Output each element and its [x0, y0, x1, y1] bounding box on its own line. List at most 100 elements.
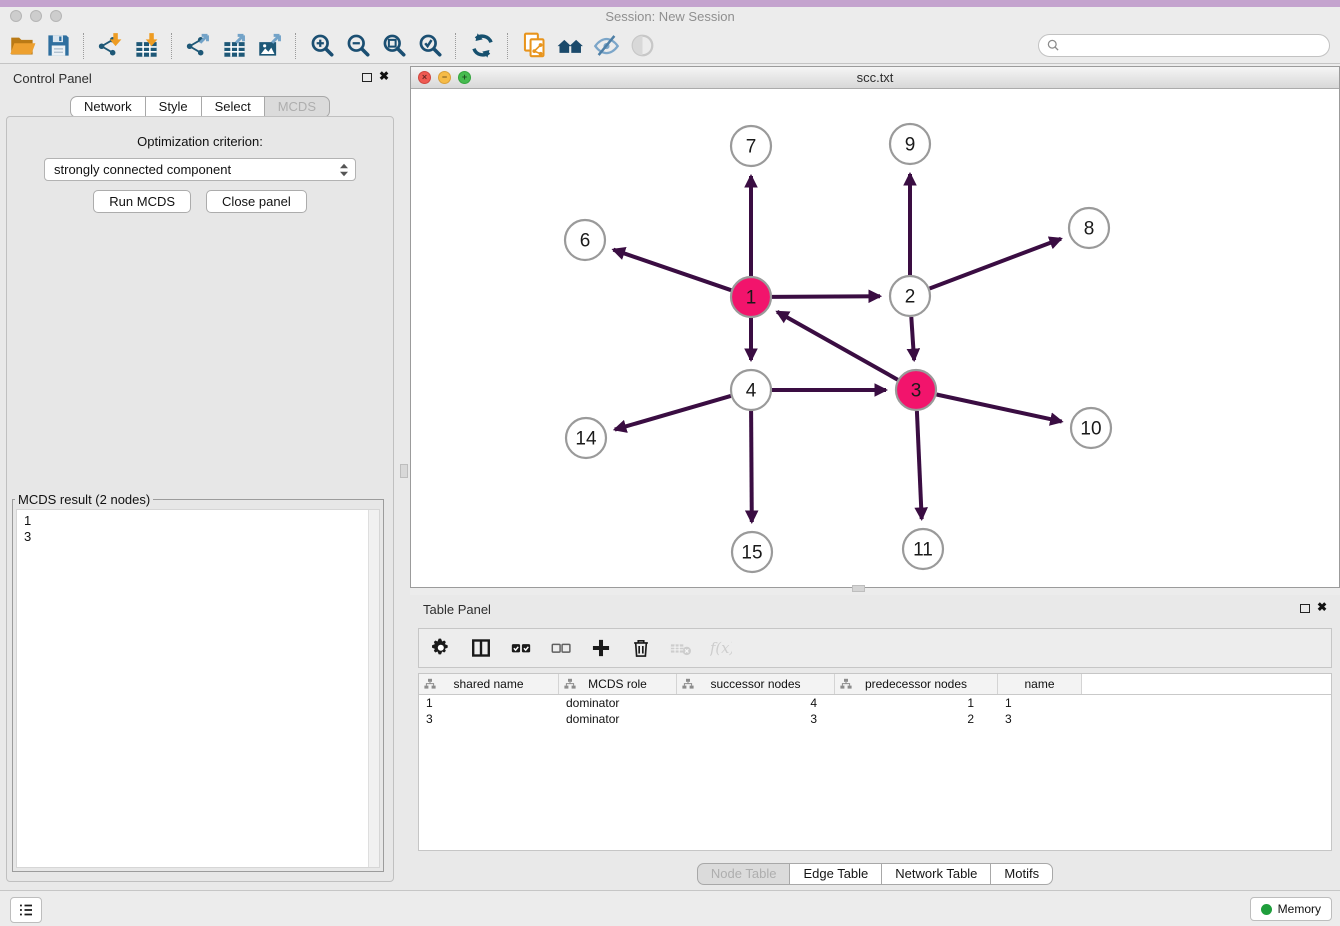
toolbar-separator	[507, 33, 509, 59]
open-folder-icon[interactable]	[4, 31, 40, 61]
horizontal-splitter-handle[interactable]	[852, 585, 865, 592]
graph-node-4[interactable]: 4	[731, 370, 771, 410]
zoom-out-icon[interactable]	[340, 31, 376, 61]
graph-edge-2-3[interactable]	[911, 317, 914, 360]
gear-icon[interactable]	[429, 636, 453, 660]
mcds-result-area[interactable]: 1 3	[16, 509, 380, 868]
graph-node-11[interactable]: 11	[903, 529, 943, 569]
export-network-icon[interactable]	[180, 31, 216, 61]
graph-node-8[interactable]: 8	[1069, 208, 1109, 248]
search-field[interactable]	[1038, 34, 1330, 57]
optimization-criterion-select[interactable]: strongly connected component	[44, 158, 356, 181]
copy-view-icon[interactable]	[516, 31, 552, 61]
memory-button[interactable]: Memory	[1250, 897, 1332, 921]
tab-select[interactable]: Select	[201, 96, 265, 118]
column-type-icon	[424, 678, 436, 690]
float-panel-icon[interactable]	[362, 73, 372, 82]
graph-node-1[interactable]: 1	[731, 277, 771, 317]
select-stepper-icon	[337, 162, 351, 178]
optimization-criterion-label: Optimization criterion:	[0, 134, 400, 149]
mcds-buttons: Run MCDS Close panel	[0, 190, 400, 213]
toolbar-separator	[83, 33, 85, 59]
tab-style[interactable]: Style	[145, 96, 202, 118]
column-header-shared-name[interactable]: shared name	[419, 674, 559, 694]
import-table-icon[interactable]	[128, 31, 164, 61]
svg-text:9: 9	[905, 135, 916, 156]
graph-edge-4-14[interactable]	[615, 396, 731, 430]
toolbar-separator	[455, 33, 457, 59]
tab-edge-table[interactable]: Edge Table	[789, 863, 882, 885]
column-header-successor-nodes[interactable]: successor nodes	[677, 674, 835, 694]
tab-node-table[interactable]: Node Table	[697, 863, 791, 885]
import-network-icon[interactable]	[92, 31, 128, 61]
delete-table-icon[interactable]	[669, 636, 693, 660]
hide-graphics-icon[interactable]	[588, 31, 624, 61]
node-table: shared nameMCDS rolesuccessor nodesprede…	[418, 673, 1332, 851]
column-type-icon	[564, 678, 576, 690]
select-all-icon[interactable]	[509, 636, 533, 660]
graph-node-6[interactable]: 6	[565, 220, 605, 260]
svg-text:f(x): f(x)	[710, 640, 732, 657]
graph-node-15[interactable]: 15	[732, 532, 772, 572]
graph-edge-1-2[interactable]	[772, 296, 880, 297]
window-title: Session: New Session	[0, 9, 1340, 24]
save-icon[interactable]	[40, 31, 76, 61]
home-icon[interactable]	[552, 31, 588, 61]
graph-node-14[interactable]: 14	[566, 418, 606, 458]
svg-text:11: 11	[913, 540, 933, 561]
split-columns-icon[interactable]	[469, 636, 493, 660]
list-icon	[17, 901, 35, 919]
graph-node-10[interactable]: 10	[1071, 408, 1111, 448]
table-header-row: shared nameMCDS rolesuccessor nodesprede…	[419, 674, 1331, 695]
search-input[interactable]	[1061, 37, 1329, 54]
result-scrollbar[interactable]	[368, 510, 379, 867]
graph-edge-4-15[interactable]	[751, 411, 752, 522]
column-header-predecessor-nodes[interactable]: predecessor nodes	[835, 674, 998, 694]
export-table-icon[interactable]	[216, 31, 252, 61]
tab-network-table[interactable]: Network Table	[881, 863, 991, 885]
graph-edge-3-10[interactable]	[937, 395, 1062, 422]
delete-column-icon[interactable]	[629, 636, 653, 660]
zoom-selected-icon[interactable]	[412, 31, 448, 61]
table-body: 1dominator4113dominator323	[419, 695, 1331, 727]
graph-edge-3-1[interactable]	[777, 312, 898, 380]
table-row[interactable]: 1dominator411	[419, 695, 1331, 711]
graph-node-7[interactable]: 7	[731, 126, 771, 166]
svg-text:14: 14	[575, 429, 597, 450]
graph-node-2[interactable]: 2	[890, 276, 930, 316]
graph-node-3[interactable]: 3	[896, 370, 936, 410]
graph-node-9[interactable]: 9	[890, 124, 930, 164]
tab-mcds[interactable]: MCDS	[264, 96, 330, 118]
control-panel: Control Panel ✖ NetworkStyleSelectMCDS O…	[0, 64, 400, 890]
close-table-panel-icon[interactable]: ✖	[1317, 600, 1327, 614]
show-graphics-icon[interactable]	[624, 31, 660, 61]
table-panel: Table Panel ✖ f(x) shared nameMCDS roles…	[410, 595, 1340, 890]
column-header-MCDS-role[interactable]: MCDS role	[559, 674, 677, 694]
tab-network[interactable]: Network	[70, 96, 146, 118]
graph-edge-3-11[interactable]	[917, 411, 922, 519]
tab-motifs[interactable]: Motifs	[990, 863, 1053, 885]
deselect-all-icon[interactable]	[549, 636, 573, 660]
zoom-fit-icon[interactable]	[376, 31, 412, 61]
refresh-icon[interactable]	[464, 31, 500, 61]
splitter-handle-icon[interactable]	[400, 464, 408, 478]
network-window-titlebar[interactable]: × − + scc.txt	[411, 67, 1339, 89]
run-mcds-button[interactable]: Run MCDS	[93, 190, 191, 213]
column-header-name[interactable]: name	[998, 674, 1082, 694]
close-panel-icon[interactable]: ✖	[379, 69, 389, 83]
table-row[interactable]: 3dominator323	[419, 711, 1331, 727]
add-column-icon[interactable]	[589, 636, 613, 660]
zoom-in-icon[interactable]	[304, 31, 340, 61]
table-tabs: Node TableEdge TableNetwork TableMotifs	[410, 863, 1340, 885]
float-table-panel-icon[interactable]	[1300, 604, 1310, 613]
network-view-window: × − + scc.txt 7 9 6 8 1 2 4 3 14 10 15 11	[410, 66, 1340, 588]
svg-text:15: 15	[741, 543, 762, 564]
panel-splitter[interactable]	[400, 64, 410, 890]
export-image-icon[interactable]	[252, 31, 288, 61]
function-icon[interactable]: f(x)	[709, 636, 733, 660]
close-panel-button[interactable]: Close panel	[206, 190, 307, 213]
graph-edge-2-8[interactable]	[930, 239, 1061, 289]
graph-edge-1-6[interactable]	[613, 250, 731, 291]
task-history-button[interactable]	[10, 897, 42, 923]
network-canvas[interactable]: 7 9 6 8 1 2 4 3 14 10 15 11	[411, 88, 1339, 587]
